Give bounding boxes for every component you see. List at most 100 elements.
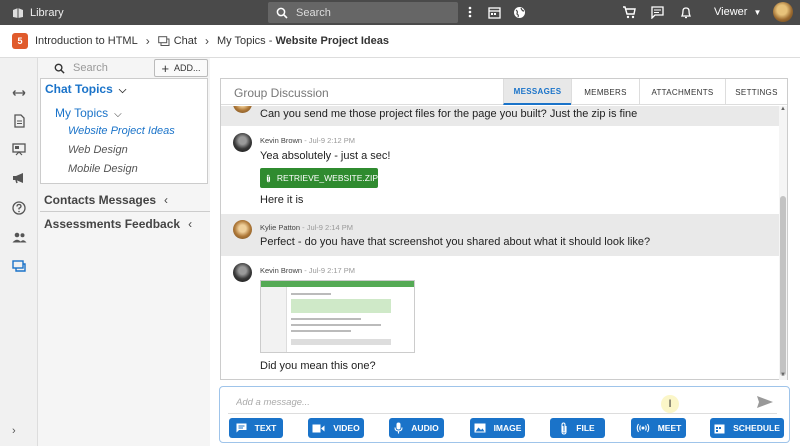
scrollbar[interactable]: ▲ ▼: [779, 106, 787, 380]
library-icon: [13, 7, 23, 18]
message-text: Yea absolutely - just a sec!: [260, 150, 391, 162]
contacts-messages-toggle[interactable]: Contacts Messages ‹: [44, 193, 168, 207]
text-button-label: TEXT: [254, 423, 277, 433]
scroll-thumb[interactable]: [780, 196, 786, 376]
image-button[interactable]: IMAGE: [470, 418, 525, 438]
tab-messages[interactable]: MESSAGES: [503, 79, 571, 105]
schedule-button[interactable]: SCHEDULE: [710, 418, 784, 438]
chat-topics-box: Chat Topics ⌵ My Topics ⌵ Website Project …: [40, 78, 208, 184]
message-timestamp: - Jul-9 2:12 PM: [302, 136, 356, 145]
chevron-down-icon: ⌵: [118, 85, 127, 96]
chat-topics-toggle[interactable]: Chat Topics ⌵: [45, 82, 126, 96]
message-item: Kevin Brown - Jul-9 2:17 PM Did you mean…: [221, 256, 779, 380]
breadcrumb-section[interactable]: Chat: [174, 35, 197, 47]
topic-item-website-project-ideas[interactable]: Website Project Ideas: [68, 125, 175, 137]
breadcrumb-topics[interactable]: My Topics: [217, 35, 266, 47]
file-attachment-button[interactable]: RETRIEVE_WEBSITE.ZIP: [260, 168, 378, 188]
thumbnail-line: [291, 339, 391, 345]
topic-item-web-design[interactable]: Web Design: [68, 144, 128, 156]
presentation-icon[interactable]: [11, 141, 27, 157]
add-button-label: ADD...: [174, 63, 201, 73]
text-button[interactable]: TEXT: [229, 418, 283, 438]
message-text: Can you send me those project files for …: [260, 108, 638, 120]
user-avatar[interactable]: [773, 2, 793, 22]
expand-rail-icon[interactable]: ›: [12, 425, 16, 437]
document-icon[interactable]: [11, 113, 27, 129]
topic-search-placeholder: Search: [73, 62, 108, 74]
expand-horizontal-icon[interactable]: [11, 85, 27, 101]
help-icon[interactable]: [11, 200, 27, 216]
tab-members[interactable]: MEMBERS: [571, 79, 639, 105]
tab-settings[interactable]: SETTINGS: [725, 79, 787, 105]
top-bar: Library Search Viewer ▼: [0, 0, 800, 25]
cart-icon[interactable]: [621, 4, 637, 20]
text-cursor-icon: I: [661, 395, 679, 413]
video-button[interactable]: VIDEO: [308, 418, 364, 438]
message-item: Kevin Brown - Jul-9 2:12 PM Yea absolute…: [221, 126, 779, 214]
html5-logo-icon: 5: [12, 33, 28, 49]
library-label: Library: [30, 6, 64, 19]
thumbnail-line: [291, 330, 351, 332]
chat-icon: [157, 35, 170, 46]
breadcrumb-current: Website Project Ideas: [275, 35, 389, 47]
microphone-icon: [394, 422, 403, 434]
contacts-messages-label: Contacts Messages: [44, 193, 157, 207]
message-text: Here it is: [260, 194, 304, 206]
message-icon[interactable]: [649, 4, 665, 20]
my-topics-toggle[interactable]: My Topics ⌵: [55, 106, 122, 120]
tab-attachments[interactable]: ATTACHMENTS: [639, 79, 725, 105]
breadcrumb-course[interactable]: Introduction to HTML: [35, 35, 138, 47]
avatar: [233, 263, 252, 282]
people-icon[interactable]: [11, 229, 27, 245]
broadcast-icon: [636, 423, 649, 433]
search-icon: [54, 63, 65, 74]
file-button-label: FILE: [576, 423, 595, 433]
calendar-icon[interactable]: [486, 4, 502, 20]
more-vertical-icon[interactable]: [462, 4, 478, 20]
divider: [40, 211, 210, 212]
megaphone-icon[interactable]: [11, 170, 27, 186]
caret-down-icon: ▼: [753, 7, 762, 17]
thumbnail-line: [291, 293, 331, 295]
viewer-menu[interactable]: Viewer ▼: [714, 6, 761, 18]
image-button-label: IMAGE: [493, 423, 522, 433]
search-icon: [276, 7, 288, 19]
message-list: Can you send me those project files for …: [221, 106, 779, 380]
assessments-feedback-toggle[interactable]: Assessments Feedback ‹: [44, 217, 192, 231]
screenshot-thumbnail[interactable]: [260, 280, 415, 353]
file-button[interactable]: FILE: [550, 418, 605, 438]
message-text: Perfect - do you have that screenshot yo…: [260, 236, 651, 248]
audio-button[interactable]: AUDIO: [389, 418, 444, 438]
message-item: Kylie Patton - Jul-9 2:14 PM Perfect - d…: [221, 214, 779, 256]
message-timestamp: - Jul-9 2:14 PM: [300, 223, 353, 232]
breadcrumb-separator: -: [265, 35, 276, 47]
add-button[interactable]: + ADD...: [154, 59, 208, 77]
scroll-down-icon[interactable]: ▼: [779, 372, 787, 378]
globe-icon[interactable]: [511, 4, 527, 20]
message-timestamp: - Jul-9 2:17 PM: [302, 266, 356, 275]
meet-button[interactable]: MEET: [631, 418, 686, 438]
send-icon[interactable]: [756, 395, 774, 409]
thumbnail-line: [291, 324, 381, 326]
message-author: Kylie Patton - Jul-9 2:14 PM: [260, 223, 353, 232]
bell-icon[interactable]: [678, 4, 694, 20]
conversation-title: Group Discussion: [234, 86, 329, 100]
image-icon: [474, 423, 486, 433]
topic-item-mobile-design[interactable]: Mobile Design: [68, 163, 138, 175]
message-text: Did you mean this one?: [260, 360, 376, 372]
chat-topics-label: Chat Topics: [45, 82, 113, 96]
assessments-feedback-label: Assessments Feedback: [44, 217, 181, 231]
avatar: [233, 220, 252, 239]
topics-panel: Search + ADD... Chat Topics ⌵ My Topics ⌵ …: [38, 58, 210, 446]
breadcrumb: 5 Introduction to HTML › Chat › My Topic…: [0, 25, 800, 58]
scroll-up-icon[interactable]: ▲: [779, 106, 787, 112]
message-author: Kevin Brown - Jul-9 2:17 PM: [260, 266, 356, 275]
message-input[interactable]: [228, 392, 777, 414]
message-item: Can you send me those project files for …: [221, 106, 779, 126]
global-search[interactable]: Search: [268, 2, 458, 23]
icon-rail: ›: [0, 58, 38, 446]
video-button-label: VIDEO: [333, 423, 360, 433]
my-topics-label: My Topics: [55, 106, 109, 120]
library-link[interactable]: Library: [12, 7, 64, 19]
chat-icon[interactable]: [11, 258, 27, 274]
